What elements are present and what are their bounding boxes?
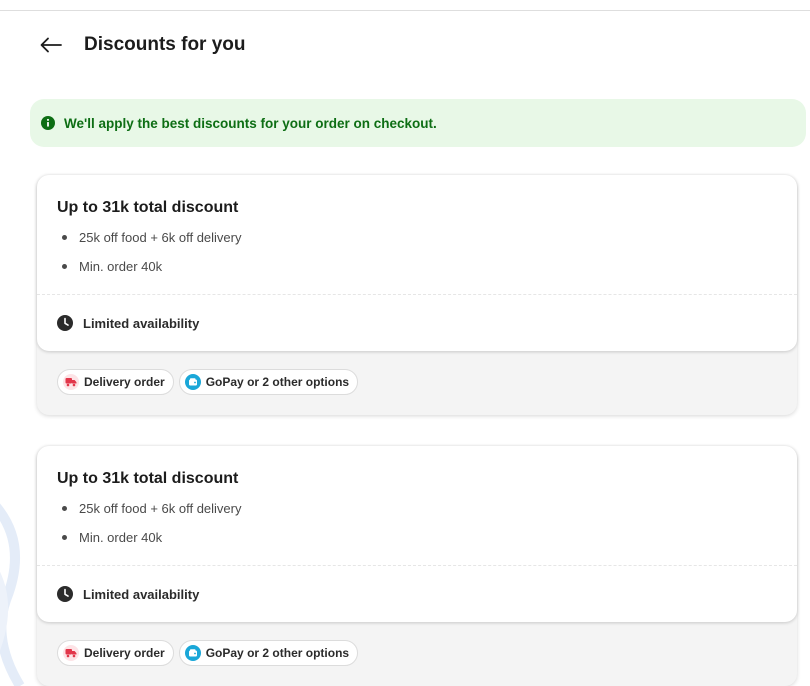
card-divider (37, 294, 797, 295)
availability-row: Limited availability (57, 586, 199, 602)
delivery-order-chip[interactable]: Delivery order (57, 640, 174, 666)
info-icon (40, 115, 56, 131)
availability-text: Limited availability (83, 586, 200, 602)
discount-detail: 25k off food + 6k off delivery (62, 501, 242, 516)
bullet-dot (62, 535, 67, 540)
page-title: Discounts for you (84, 34, 246, 55)
min-order-text: Min. order 40k (79, 259, 163, 274)
clock-icon (57, 315, 73, 331)
discount-card-body: Up to 31k total discount 25k off food + … (37, 446, 797, 622)
card-divider (37, 565, 797, 566)
info-banner: We'll apply the best discounts for your … (30, 99, 806, 147)
discount-card[interactable]: Up to 31k total discount 25k off food + … (37, 175, 797, 415)
chip-label: GoPay or 2 other options (205, 375, 350, 389)
chips-row: Delivery order GoPay or 2 other options (57, 640, 359, 666)
background-watermark (0, 480, 40, 686)
discount-title: Up to 31k total discount (57, 470, 239, 487)
top-divider (0, 10, 810, 11)
min-order: Min. order 40k (62, 530, 162, 545)
chip-label: GoPay or 2 other options (205, 646, 350, 660)
bullet-dot (62, 506, 67, 511)
clock-icon (57, 586, 73, 602)
bullet-dot (62, 264, 67, 269)
discount-detail: 25k off food + 6k off delivery (62, 230, 242, 245)
discount-title: Up to 31k total discount (57, 199, 239, 216)
delivery-icon (63, 374, 79, 390)
payment-options-chip[interactable]: GoPay or 2 other options (178, 640, 359, 666)
chip-label: Delivery order (84, 375, 165, 389)
arrow-left-icon (40, 37, 62, 53)
availability-row: Limited availability (57, 315, 199, 331)
bullet-dot (62, 235, 67, 240)
discount-detail-text: 25k off food + 6k off delivery (79, 501, 242, 516)
discount-detail-text: 25k off food + 6k off delivery (79, 230, 242, 245)
delivery-order-chip[interactable]: Delivery order (57, 369, 174, 395)
payment-options-chip[interactable]: GoPay or 2 other options (178, 369, 359, 395)
discount-card-body: Up to 31k total discount 25k off food + … (37, 175, 797, 351)
chips-row: Delivery order GoPay or 2 other options (57, 369, 359, 395)
delivery-icon (63, 645, 79, 661)
info-banner-text: We'll apply the best discounts for your … (64, 115, 437, 131)
discount-card[interactable]: Up to 31k total discount 25k off food + … (37, 446, 797, 686)
min-order: Min. order 40k (62, 259, 162, 274)
chip-label: Delivery order (84, 646, 165, 660)
wallet-icon (184, 645, 201, 661)
availability-text: Limited availability (83, 315, 200, 331)
wallet-icon (184, 374, 201, 390)
back-button[interactable] (38, 32, 64, 58)
header: Discounts for you (38, 32, 246, 58)
min-order-text: Min. order 40k (79, 530, 163, 545)
